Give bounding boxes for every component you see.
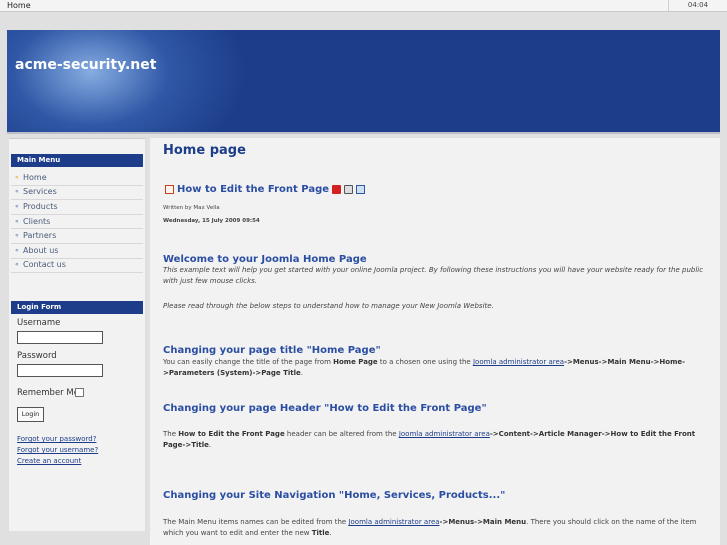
forgot-username-link[interactable]: Forgot your username? xyxy=(17,446,98,454)
password-input[interactable] xyxy=(17,364,103,377)
login-form-title: Login Form xyxy=(11,301,143,314)
main-menu: « Home « Services « Products « Clients « Part… xyxy=(11,171,143,274)
menu-item-label: Products xyxy=(23,201,58,211)
section-heading-page-header: Changing your page Header "How to Edit t… xyxy=(163,403,487,414)
remember-me-checkbox[interactable] xyxy=(75,388,84,397)
menu-item-label: Partners xyxy=(23,231,57,241)
print-icon[interactable] xyxy=(344,185,354,194)
section-heading-page-title: Changing your page title "Home Page" xyxy=(163,345,381,356)
sidebar: Main Menu « Home « Services « Products « Cli… xyxy=(9,138,145,531)
edit-document-icon[interactable] xyxy=(165,185,174,194)
pdf-icon[interactable] xyxy=(332,185,342,194)
browser-tab-home[interactable]: Home xyxy=(7,0,31,11)
section-paragraph-page-title: You can easily change the title of the p… xyxy=(163,358,686,377)
menu-item-label: Clients xyxy=(23,216,51,226)
welcome-heading: Welcome to your Joomla Home Page xyxy=(163,254,367,265)
admin-area-link[interactable]: Joomla administrator area xyxy=(348,518,439,526)
create-account-link[interactable]: Create an account xyxy=(17,457,81,465)
menu-item-services[interactable]: « Services xyxy=(11,186,143,201)
page-title: Home page xyxy=(163,143,246,158)
menu-item-label: Services xyxy=(23,187,57,197)
arrow-icon: « xyxy=(15,202,19,210)
username-input[interactable] xyxy=(17,331,103,344)
article-author: Written by Max Vella xyxy=(163,205,220,211)
admin-area-link[interactable]: Joomla administrator area xyxy=(473,358,564,366)
read-through-paragraph: Please read through the below steps to u… xyxy=(163,302,494,310)
menu-item-about-us[interactable]: « About us xyxy=(11,244,143,259)
article-title-row: How to Edit the Front Page xyxy=(165,184,366,195)
article-date: Wednesday, 15 July 2009 09:54 xyxy=(163,218,260,224)
forgot-password-link[interactable]: Forgot your password? xyxy=(17,435,96,443)
section-paragraph-page-header: The How to Edit the Front Page header ca… xyxy=(163,430,696,449)
article-title[interactable]: How to Edit the Front Page xyxy=(177,184,329,195)
site-title[interactable]: acme-security.net xyxy=(15,57,156,73)
arrow-icon: « xyxy=(15,188,19,196)
site-header: acme-security.net xyxy=(7,30,720,134)
welcome-paragraph: This example text will help you get star… xyxy=(163,266,704,285)
menu-item-label: About us xyxy=(23,245,59,255)
password-label: Password xyxy=(17,351,57,361)
menu-item-home[interactable]: « Home xyxy=(11,171,143,186)
login-button[interactable]: Login xyxy=(17,407,44,422)
clock: 04:04 xyxy=(668,0,727,11)
section-paragraph-site-navigation: The Main Menu items names can be edited … xyxy=(163,518,697,537)
main-menu-title: Main Menu xyxy=(11,154,143,167)
header-banner-graphic xyxy=(7,30,247,132)
remember-me-label: Remember Me xyxy=(17,388,79,398)
section-heading-site-navigation: Changing your Site Navigation "Home, Ser… xyxy=(163,490,506,501)
arrow-icon: « xyxy=(15,217,19,225)
menu-item-contact-us[interactable]: « Contact us xyxy=(11,259,143,274)
main-content: Home page How to Edit the Front Page Wri… xyxy=(150,138,720,545)
email-icon[interactable] xyxy=(356,185,366,194)
admin-area-link[interactable]: Joomla administrator area xyxy=(399,430,490,438)
menu-item-clients[interactable]: « Clients xyxy=(11,215,143,230)
arrow-icon: « xyxy=(15,246,19,254)
arrow-icon: « xyxy=(15,173,19,181)
browser-top-bar: Home 04:04 xyxy=(0,0,727,12)
menu-item-label: Contact us xyxy=(23,260,66,270)
arrow-icon: « xyxy=(15,261,19,269)
username-label: Username xyxy=(17,318,61,328)
menu-item-products[interactable]: « Products xyxy=(11,200,143,215)
menu-item-label: Home xyxy=(23,172,47,182)
menu-item-partners[interactable]: « Partners xyxy=(11,229,143,244)
arrow-icon: « xyxy=(15,232,19,240)
